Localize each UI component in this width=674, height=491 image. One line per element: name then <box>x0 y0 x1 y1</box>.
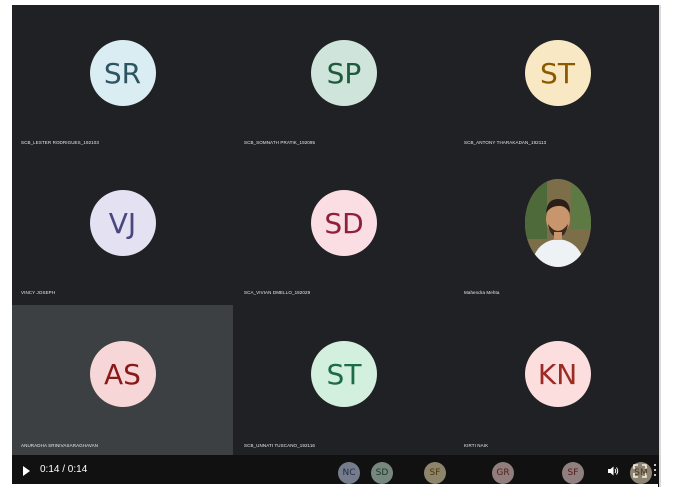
participant-name: KIRTI NAIK <box>464 443 489 448</box>
progress-bar[interactable] <box>8 484 658 487</box>
participant-tile: KN KIRTI NAIK <box>455 305 660 455</box>
participant-tile: SP SCB_SOMNATH PRATIK_192095 <box>235 5 453 153</box>
person-photo-icon <box>524 179 591 268</box>
participant-chip: NC <box>338 462 360 484</box>
avatar: SP <box>311 40 377 107</box>
participant-name: SCB_SOMNATH PRATIK_192095 <box>244 140 316 145</box>
participant-name: SCB_UNNATI TUSCANO_192116 <box>244 443 316 448</box>
profile-photo <box>524 179 591 268</box>
avatar: ST <box>524 40 591 107</box>
participant-name: ANURADHA SRINIVASARAGHAVAN <box>21 443 99 448</box>
participant-name: SCA_VIVIAN DMELLO_192029 <box>244 290 311 295</box>
participant-name: SCB_ANTONY THARAKADAN_192113 <box>464 140 547 145</box>
more-options-icon[interactable] <box>653 464 657 478</box>
video-player[interactable]: SR SCB_LESTER RODRIGUES_192103 SP SCB_SO… <box>12 5 660 487</box>
participant-tile: SD SCA_VIVIAN DMELLO_192029 <box>235 155 453 303</box>
participant-chip: SF <box>562 462 584 484</box>
window-edge <box>659 5 661 487</box>
participant-name: Mahendra Mehta <box>464 290 500 295</box>
participant-chip: SF <box>424 462 446 484</box>
participant-grid: SR SCB_LESTER RODRIGUES_192103 SP SCB_SO… <box>12 5 660 455</box>
participant-chip: SM <box>630 462 652 484</box>
participant-tile: SR SCB_LESTER RODRIGUES_192103 <box>12 5 233 153</box>
participant-tile: ST SCB_UNNATI TUSCANO_192116 <box>235 305 453 455</box>
time-display: 0:14 / 0:14 <box>40 464 88 475</box>
play-button[interactable] <box>23 466 30 476</box>
participant-tile: Mahendra Mehta <box>455 155 660 303</box>
participant-chip: SD <box>371 462 393 484</box>
volume-icon[interactable] <box>607 465 619 477</box>
avatar: SD <box>311 190 377 257</box>
participant-tile-active-speaker: AS ANURADHA SRINIVASARAGHAVAN <box>12 305 233 455</box>
avatar: VJ <box>89 190 156 257</box>
participant-name: SCB_LESTER RODRIGUES_192103 <box>21 140 99 145</box>
participant-tile: VJ VINCY JOSEPH <box>12 155 233 303</box>
avatar: AS <box>89 341 156 407</box>
avatar: ST <box>311 341 377 407</box>
participant-tile: ST SCB_ANTONY THARAKADAN_192113 <box>455 5 660 153</box>
participant-chip: GR <box>492 462 514 484</box>
avatar: KN <box>524 341 591 407</box>
participant-name: VINCY JOSEPH <box>21 290 56 295</box>
avatar: SR <box>89 40 156 107</box>
